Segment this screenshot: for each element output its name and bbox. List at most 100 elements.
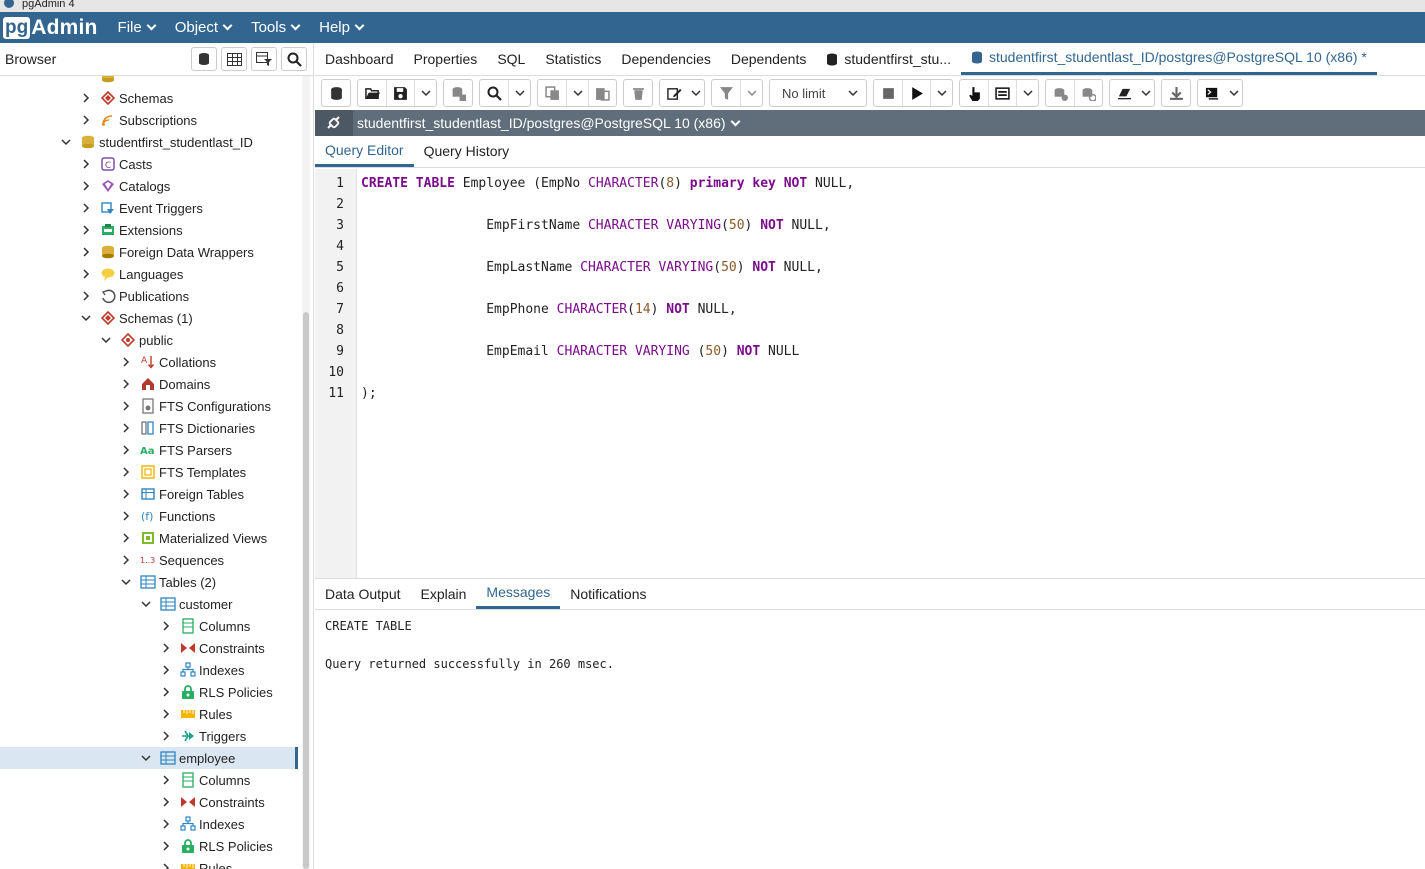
- query-tool-db-button[interactable]: [322, 80, 350, 106]
- tree-node[interactable]: (f) Functions: [0, 505, 298, 527]
- tree-node[interactable]: employee: [0, 747, 298, 769]
- tree-node[interactable]: Extensions: [0, 219, 298, 241]
- tree-node[interactable]: Aa FTS Parsers: [0, 439, 298, 461]
- result-tab[interactable]: Notifications: [560, 579, 656, 609]
- main-tab[interactable]: studentfirst_studentlast_ID/postgres@Pos…: [960, 43, 1377, 75]
- sql-editor[interactable]: 1 2 3 4 5 6 7 8 9 10 11 CREATE TABLE Employee (Emp…: [315, 169, 1425, 578]
- tree-node[interactable]: Subscriptions: [0, 109, 298, 131]
- result-tab[interactable]: Explain: [411, 579, 477, 609]
- main-tab[interactable]: Dashboard: [315, 43, 404, 75]
- chevron-right-icon[interactable]: [80, 290, 92, 302]
- tree-node[interactable]: C Casts: [0, 153, 298, 175]
- query-tool-button[interactable]: [191, 47, 217, 71]
- save-data-button[interactable]: [444, 80, 472, 106]
- code-line[interactable]: EmpFirstName CHARACTER VARYING(50) NOT N…: [361, 218, 830, 233]
- chevron-right-icon[interactable]: [120, 466, 132, 478]
- filtered-rows-button[interactable]: [251, 47, 277, 71]
- chevron-right-icon[interactable]: [160, 664, 172, 676]
- editor-tab[interactable]: Query History: [414, 136, 520, 167]
- menu-file[interactable]: File: [118, 19, 157, 36]
- tree-node[interactable]: public: [0, 329, 298, 351]
- clear-button[interactable]: [1110, 80, 1138, 106]
- tree-node[interactable]: Domains: [0, 373, 298, 395]
- tree-node[interactable]: Triggers: [0, 725, 298, 747]
- execute-button[interactable]: [902, 80, 930, 106]
- edit-dropdown-button[interactable]: [688, 80, 704, 106]
- chevron-right-icon[interactable]: [120, 510, 132, 522]
- main-tab[interactable]: Properties: [404, 43, 488, 75]
- tree-node[interactable]: Constraints: [0, 791, 298, 813]
- tree-node[interactable]: Constraints: [0, 637, 298, 659]
- explain-button[interactable]: [960, 80, 988, 106]
- chevron-down-icon[interactable]: [140, 752, 152, 764]
- result-tab[interactable]: Messages: [476, 579, 561, 609]
- delete-rows-button[interactable]: [624, 80, 652, 106]
- tree-node[interactable]: RLS Policies: [0, 835, 298, 857]
- row-limit-select[interactable]: No limit: [769, 79, 867, 107]
- find-button[interactable]: [480, 80, 508, 106]
- chevron-right-icon[interactable]: [160, 730, 172, 742]
- paste-button[interactable]: [588, 80, 616, 106]
- tree-node[interactable]: [0, 76, 298, 87]
- execute-dropdown-button[interactable]: [930, 80, 952, 106]
- tree-node[interactable]: Indexes: [0, 813, 298, 835]
- tree-node[interactable]: A Collations: [0, 351, 298, 373]
- tree-node[interactable]: Foreign Data Wrappers: [0, 241, 298, 263]
- main-tab[interactable]: Dependencies: [611, 43, 721, 75]
- tree-node[interactable]: Tables (2): [0, 571, 298, 593]
- edit-button[interactable]: [660, 80, 688, 106]
- tree-node[interactable]: Publications: [0, 285, 298, 307]
- filter-dropdown-button[interactable]: [740, 80, 762, 106]
- tree-node[interactable]: Catalogs: [0, 175, 298, 197]
- tree-node[interactable]: Foreign Tables: [0, 483, 298, 505]
- find-dropdown-button[interactable]: [508, 80, 530, 106]
- tree-node[interactable]: studentfirst_studentlast_ID: [0, 131, 298, 153]
- tree-scrollbar-thumb[interactable]: [303, 312, 309, 869]
- search-objects-button[interactable]: [281, 47, 307, 71]
- tree-node[interactable]: FTS Configurations: [0, 395, 298, 417]
- chevron-right-icon[interactable]: [160, 774, 172, 786]
- menu-tools[interactable]: Tools: [251, 19, 301, 36]
- save-file-button[interactable]: [386, 80, 414, 106]
- view-data-button[interactable]: [221, 47, 247, 71]
- chevron-down-icon[interactable]: [140, 598, 152, 610]
- tree-node[interactable]: Indexes: [0, 659, 298, 681]
- chevron-right-icon[interactable]: [80, 268, 92, 280]
- main-tab[interactable]: Dependents: [721, 43, 817, 75]
- code-line[interactable]: CREATE TABLE Employee (EmpNo CHARACTER(8…: [361, 176, 854, 191]
- chevron-right-icon[interactable]: [160, 840, 172, 852]
- chevron-right-icon[interactable]: [160, 708, 172, 720]
- commit-button[interactable]: [1046, 80, 1074, 106]
- chevron-right-icon[interactable]: [160, 862, 172, 869]
- result-tab[interactable]: Data Output: [315, 579, 411, 609]
- chevron-right-icon[interactable]: [80, 158, 92, 170]
- chevron-right-icon[interactable]: [80, 114, 92, 126]
- code-line[interactable]: EmpPhone CHARACTER(14) NOT NULL,: [361, 302, 737, 317]
- rollback-button[interactable]: [1074, 80, 1102, 106]
- tree-node[interactable]: RLS Policies: [0, 681, 298, 703]
- tree-node[interactable]: Schemas: [0, 87, 298, 109]
- chevron-right-icon[interactable]: [120, 378, 132, 390]
- chevron-right-icon[interactable]: [120, 488, 132, 500]
- macros-button[interactable]: [1198, 80, 1226, 106]
- tree-node[interactable]: Materialized Views: [0, 527, 298, 549]
- main-tab[interactable]: Statistics: [535, 43, 611, 75]
- tree-node[interactable]: Columns: [0, 769, 298, 791]
- tree-node[interactable]: Rules: [0, 703, 298, 725]
- main-tab[interactable]: studentfirst_stu...: [816, 43, 961, 75]
- chevron-down-icon[interactable]: [60, 136, 72, 148]
- tree-scrollbar[interactable]: [302, 76, 310, 869]
- chevron-right-icon[interactable]: [120, 444, 132, 456]
- chevron-right-icon[interactable]: [160, 642, 172, 654]
- filter-button[interactable]: [712, 80, 740, 106]
- tree-node[interactable]: Rules: [0, 857, 298, 869]
- tree-node[interactable]: 1..3 Sequences: [0, 549, 298, 571]
- chevron-right-icon[interactable]: [120, 356, 132, 368]
- copy-button[interactable]: [538, 80, 566, 106]
- tree-node[interactable]: Schemas (1): [0, 307, 298, 329]
- stop-button[interactable]: [874, 80, 902, 106]
- chevron-right-icon[interactable]: [80, 202, 92, 214]
- chevron-down-icon[interactable]: [120, 576, 132, 588]
- chevron-down-icon[interactable]: [80, 312, 92, 324]
- open-file-button[interactable]: [358, 80, 386, 106]
